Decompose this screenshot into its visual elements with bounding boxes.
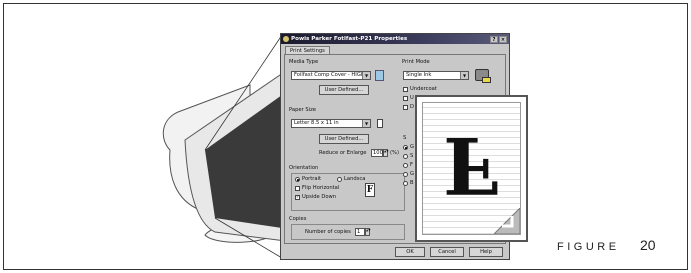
help-title-button[interactable]: ? (490, 35, 498, 43)
media-type-label: Media Type (289, 59, 319, 65)
landscape-label: Landsca (344, 176, 366, 182)
media-type-select[interactable]: Foilfast Comp Cover - HIGH ▼ (291, 71, 371, 80)
printer-app-icon (283, 36, 289, 42)
percent-unit-label: (%) (390, 150, 399, 156)
print-mode-label: Print Mode (402, 59, 430, 65)
partial-radio-5[interactable] (403, 181, 408, 186)
partial-radio-2[interactable] (403, 154, 408, 159)
paper-size-label: Paper Size (289, 107, 316, 113)
page-icon (377, 119, 383, 128)
dialog-title: Powis Parker Fotlfast-P21 Properties (291, 36, 408, 42)
copies-input[interactable]: 1 (355, 228, 365, 236)
partial-label-5: B (410, 180, 414, 186)
figure-caption: FIGURE (557, 241, 620, 253)
upside-down-f-glyph: F (443, 119, 499, 210)
reduce-enlarge-input[interactable]: 100 (371, 149, 383, 157)
reduce-enlarge-label: Reduce or Enlarge (319, 150, 367, 156)
option-checkbox-2[interactable] (403, 96, 408, 101)
chevron-down-icon: ▼ (362, 120, 370, 127)
portrait-label: Portrait (302, 176, 322, 182)
option-checkbox-3[interactable] (403, 105, 408, 110)
paper-user-defined-button[interactable]: User Defined... (319, 134, 369, 144)
media-user-defined-button[interactable]: User Defined... (319, 85, 369, 95)
print-mode-select[interactable]: Single Ink ▼ (403, 71, 469, 80)
partial-label-4: G (410, 171, 415, 177)
option-label-2: U (410, 95, 414, 101)
copies-label: Copies (289, 216, 307, 222)
ink-color-icon (482, 77, 491, 83)
page-curl-icon (494, 208, 520, 234)
upside-down-label: Upside Down (302, 194, 337, 200)
orientation-label: Orientation (289, 165, 319, 171)
partial-radio-3[interactable] (403, 163, 408, 168)
option-label-3: D (410, 104, 414, 110)
portrait-radio[interactable] (295, 177, 300, 182)
upside-down-checkbox[interactable]: ✓ (295, 195, 300, 200)
landscape-radio[interactable] (337, 177, 342, 182)
section-label-partial: S (403, 135, 407, 141)
number-of-copies-label: Number of copies (305, 229, 351, 235)
reduce-spin-icon[interactable]: ▲▼ (383, 149, 389, 157)
partial-radio-4[interactable] (403, 172, 408, 177)
partial-label-1: G (410, 144, 415, 150)
figure-number: 20 (640, 237, 656, 253)
chevron-down-icon: ▼ (362, 72, 370, 79)
partial-radio-1[interactable] (403, 145, 408, 150)
paper-size-value: Letter 8.5 x 11 in (294, 120, 339, 126)
paper-size-select[interactable]: Letter 8.5 x 11 in ▼ (291, 119, 371, 128)
flip-horizontal-checkbox[interactable] (295, 186, 300, 191)
media-preview-icon (375, 70, 384, 81)
help-button[interactable]: Help (469, 247, 503, 257)
dialog-titlebar: Powis Parker Fotlfast-P21 Properties ? × (281, 34, 509, 44)
orientation-preview-icon: F (365, 183, 375, 197)
copies-spin-icon[interactable]: ▲▼ (365, 228, 371, 236)
cancel-button[interactable]: Cancel (430, 247, 464, 257)
undercoat-checkbox[interactable] (403, 87, 408, 92)
flip-horizontal-label: Flip Horizontal (302, 185, 340, 191)
zoom-callout: F (415, 95, 528, 242)
zoomed-page-preview: F (422, 102, 521, 235)
close-button[interactable]: × (499, 35, 507, 43)
print-mode-value: Single Ink (406, 72, 432, 78)
partial-label-2: S (410, 153, 414, 159)
ok-button[interactable]: OK (395, 247, 425, 257)
media-type-value: Foilfast Comp Cover - HIGH (294, 72, 365, 78)
partial-label-3: F (410, 162, 413, 168)
chevron-down-icon: ▼ (460, 72, 468, 79)
undercoat-label: Undercoat (410, 86, 437, 92)
